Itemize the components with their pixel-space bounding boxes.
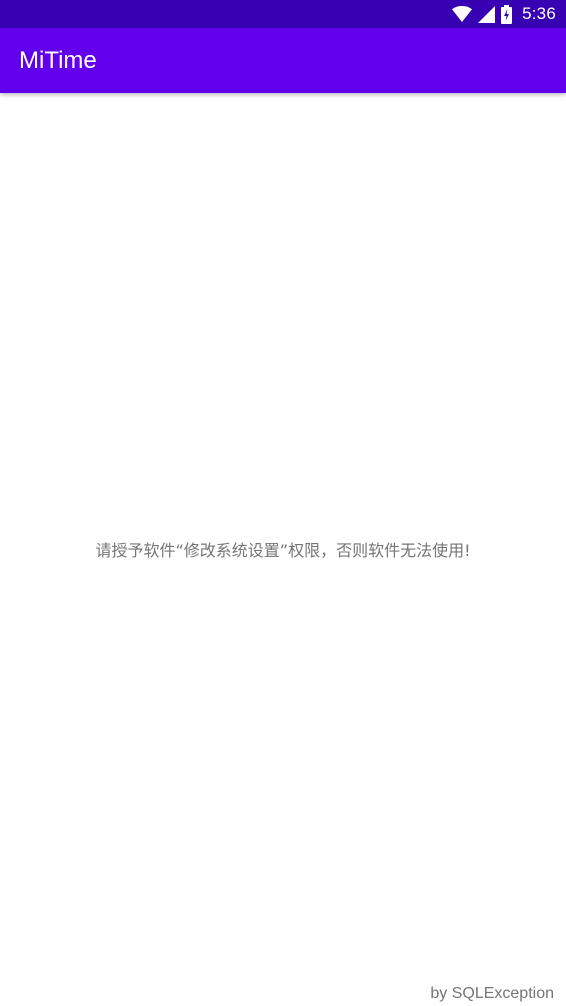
status-icons: 5:36 [452, 0, 556, 28]
permission-message: 请授予软件“修改系统设置”权限，否则软件无法使用! [95, 541, 471, 560]
app-title: MiTime [19, 47, 97, 74]
status-bar: 5:36 [0, 0, 566, 28]
app-bar: MiTime [0, 28, 566, 93]
status-time: 5:36 [522, 4, 556, 23]
footer-credit: by SQLException [430, 985, 554, 1002]
wifi-icon [452, 6, 473, 22]
cellular-signal-icon [478, 5, 496, 23]
battery-charging-icon [501, 4, 513, 24]
